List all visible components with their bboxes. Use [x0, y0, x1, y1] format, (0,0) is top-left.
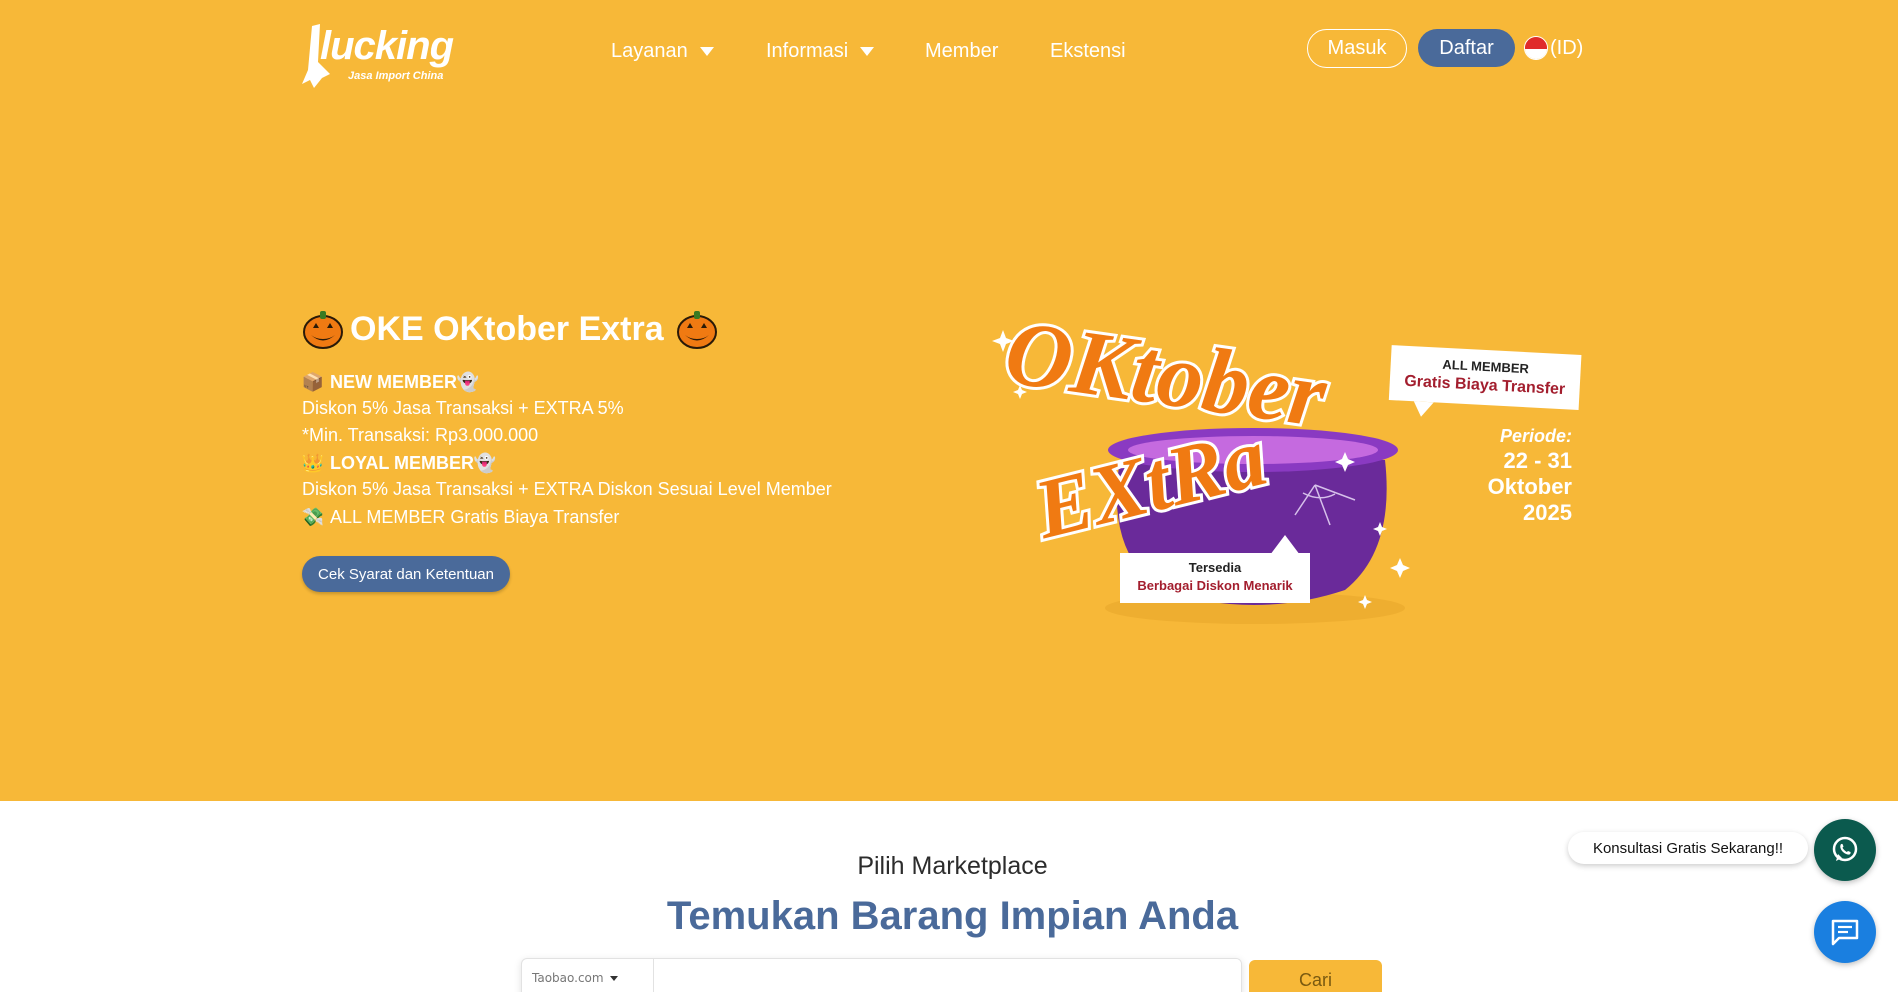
marketplace-select[interactable]: Taobao.com — [522, 959, 654, 992]
oktober-extra-banner: OKtober EXtRa ALL MEMBER Gratis Biaya Tr… — [992, 297, 1582, 624]
indonesia-flag-icon — [1524, 36, 1548, 60]
nav-layanan-label: Layanan — [611, 39, 688, 62]
register-button[interactable]: Daftar — [1418, 29, 1515, 67]
chevron-down-icon — [860, 46, 875, 56]
pumpkin-icon — [303, 311, 343, 349]
whatsapp-button[interactable] — [1814, 819, 1876, 881]
marketplace-title: Temukan Barang Impian Anda — [666, 894, 1239, 938]
login-button[interactable]: Masuk — [1307, 29, 1407, 68]
chat-icon — [1831, 919, 1859, 946]
terms-button[interactable]: Cek Syarat dan Ketentuan — [302, 556, 510, 592]
bubble-line2: Berbagai Diskon Menarik — [1137, 578, 1293, 593]
new-member-label: NEW MEMBER — [330, 371, 457, 392]
chevron-down-icon — [609, 975, 618, 981]
period-month: Oktober — [1488, 474, 1573, 499]
new-member-heading: 📦 NEW MEMBER 👻 — [302, 371, 485, 393]
brand-logo[interactable]: lucking Jasa Import China — [300, 22, 460, 94]
search-button[interactable]: Cari — [1249, 960, 1382, 992]
package-icon: 📦 — [301, 371, 325, 392]
marketplace-select-value: Taobao.com — [532, 971, 604, 985]
nav-member-label: Member — [925, 39, 999, 62]
search-bar: Taobao.com — [521, 958, 1242, 992]
loyal-member-label: LOYAL MEMBER — [330, 452, 475, 473]
nav-ekstensi-label: Ekstensi — [1050, 39, 1126, 62]
hero-section — [0, 0, 1898, 801]
search-input[interactable] — [654, 959, 1241, 992]
all-member-line: 💸 ALL MEMBER Gratis Biaya Transfer — [301, 506, 620, 528]
loyal-member-line: Diskon 5% Jasa Transaksi + EXTRA Diskon … — [302, 479, 832, 499]
ghost-icon: 👻 — [473, 452, 497, 473]
crown-icon: 👑 — [301, 452, 325, 473]
new-member-line1: Diskon 5% Jasa Transaksi + EXTRA 5% — [302, 398, 624, 418]
logo-tagline: Jasa Import China — [348, 70, 444, 82]
nav-ekstensi[interactable]: Ekstensi — [1050, 36, 1126, 66]
ghost-icon: 👻 — [456, 371, 480, 392]
nav-informasi[interactable]: Informasi — [766, 36, 875, 66]
banner-headline-1: OKtober — [999, 300, 1333, 446]
language-selector[interactable]: (ID) — [1524, 36, 1583, 60]
period-dates: 22 - 31 — [1504, 448, 1573, 473]
promo-title: OKE OKtober Extra — [350, 309, 664, 348]
pumpkin-icon — [676, 311, 717, 349]
chevron-down-icon — [699, 46, 714, 56]
money-icon: 💸 — [301, 506, 325, 527]
livechat-button[interactable] — [1814, 901, 1876, 963]
promo-heading: OKE OKtober Extra — [302, 308, 718, 350]
period-year: 2025 — [1523, 500, 1572, 525]
language-label: (ID) — [1550, 36, 1584, 59]
nav-layanan[interactable]: Layanan — [611, 36, 714, 66]
all-member-text: ALL MEMBER Gratis Biaya Transfer — [330, 506, 620, 527]
consult-bubble[interactable]: Konsultasi Gratis Sekarang!! — [1568, 832, 1808, 864]
loyal-member-heading: 👑 LOYAL MEMBER 👻 — [302, 452, 502, 474]
period-label: Periode: — [1500, 426, 1572, 446]
nav-informasi-label: Informasi — [766, 39, 849, 62]
nav-member[interactable]: Member — [925, 36, 998, 66]
whatsapp-icon — [1832, 836, 1858, 862]
logo-wordmark: lucking — [320, 24, 454, 68]
bubble-line1: Tersedia — [1189, 560, 1242, 575]
new-member-line2: *Min. Transaksi: Rp3.000.000 — [302, 425, 539, 445]
